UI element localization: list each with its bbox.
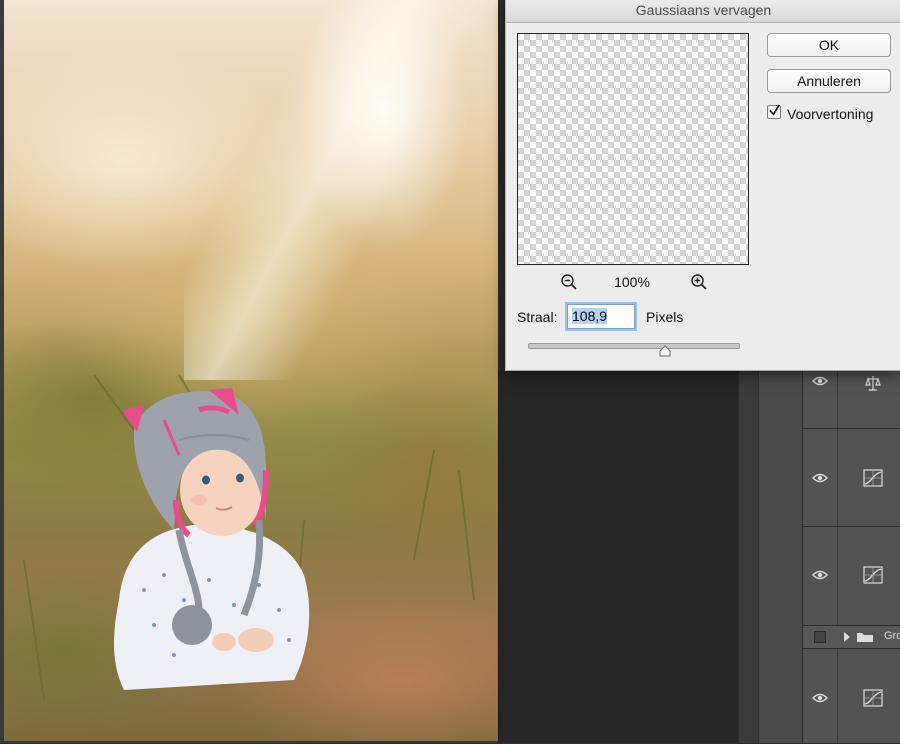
radius-input[interactable]: 108,9 (567, 304, 635, 329)
layer-row[interactable] (803, 370, 900, 429)
panel-dock (758, 370, 803, 743)
layer-row[interactable] (803, 429, 900, 527)
cancel-button[interactable]: Annuleren (767, 69, 891, 93)
eye-icon[interactable] (812, 569, 828, 581)
balance-adjustment-icon (865, 376, 881, 391)
visibility-toggle-off[interactable] (814, 631, 826, 643)
workspace-background (498, 370, 739, 743)
document-canvas[interactable] (0, 0, 498, 743)
layer-row[interactable] (803, 527, 900, 626)
curves-adjustment-icon (863, 469, 883, 487)
expand-arrow-icon[interactable] (844, 632, 850, 642)
slider-thumb[interactable] (659, 345, 671, 357)
eye-icon[interactable] (812, 472, 828, 484)
panel-scrollbar[interactable] (738, 370, 759, 743)
checkmark-icon (769, 104, 780, 116)
photo-image (4, 0, 498, 741)
dialog-title[interactable]: Gaussiaans vervagen (506, 0, 900, 23)
layer-row[interactable] (803, 649, 900, 744)
radius-label: Straal: (517, 309, 558, 325)
preview-pane[interactable] (517, 33, 749, 265)
eye-icon[interactable] (812, 692, 828, 704)
preview-label: Voorvertoning (787, 106, 874, 122)
units-label: Pixels (646, 309, 684, 325)
group-layer-name: Gro (884, 630, 900, 642)
preview-checkbox[interactable] (767, 104, 781, 119)
eye-icon[interactable] (812, 375, 828, 387)
zoom-level: 100% (614, 274, 650, 290)
gaussian-blur-dialog: Gaussiaans vervagen 100% Straal: 108,9 P… (505, 0, 900, 371)
curves-adjustment-icon (863, 566, 883, 584)
curves-adjustment-icon (863, 689, 883, 707)
ok-button[interactable]: OK (767, 33, 891, 57)
radius-slider[interactable] (528, 343, 740, 349)
folder-icon (857, 633, 873, 642)
zoom-in-icon[interactable] (690, 273, 708, 291)
radius-value: 108,9 (572, 308, 608, 324)
child-in-cat-hat-illustration (23, 374, 475, 701)
layer-group-row[interactable]: Gro (803, 626, 900, 649)
zoom-out-icon[interactable] (560, 273, 578, 291)
layers-panel: Gro (802, 370, 900, 744)
